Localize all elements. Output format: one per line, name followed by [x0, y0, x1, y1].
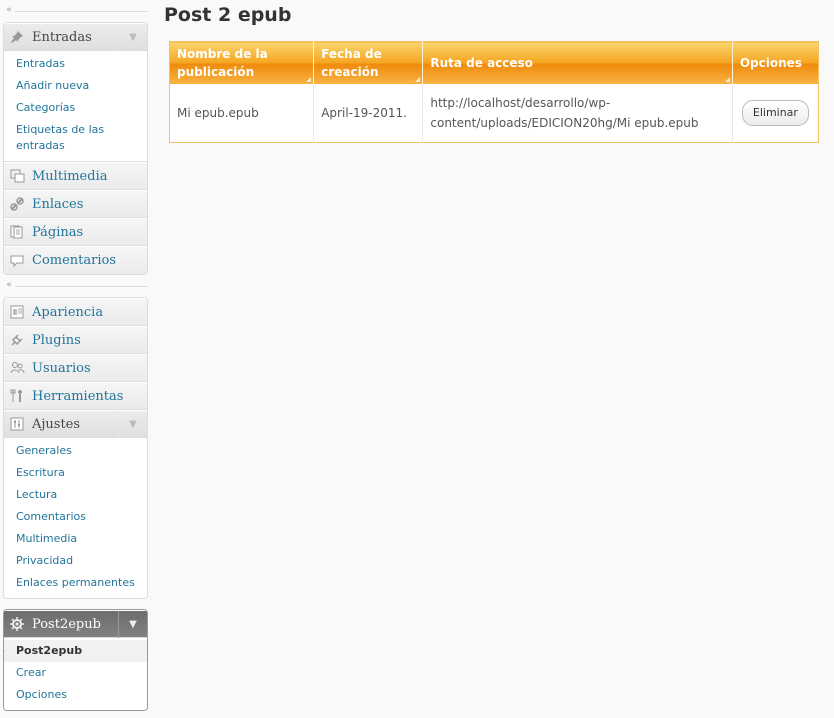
users-icon [9, 360, 25, 376]
menu-label: Apariencia [32, 304, 104, 320]
chevron-down-icon: ▼ [129, 32, 137, 43]
menu-toggle[interactable]: ▼ [118, 611, 147, 638]
submenu-item-escritura[interactable]: Escritura [4, 462, 147, 484]
menu-label: Entradas [32, 29, 92, 45]
menu-label: Post2epub [32, 616, 101, 632]
comment-icon [9, 253, 25, 269]
menu-ajustes[interactable]: Ajustes ▼ [4, 410, 147, 438]
submenu-ajustes: Generales Escritura Lectura Comentarios … [4, 438, 147, 598]
settings-icon [9, 416, 25, 432]
link-icon [9, 196, 25, 212]
submenu-item-entradas[interactable]: Entradas [4, 53, 147, 75]
menu-group-content: Entradas ▼ Entradas Añadir nueva Categor… [3, 22, 148, 275]
cell-nombre: Mi epub.epub [169, 84, 315, 142]
menu-label: Ajustes [32, 416, 81, 432]
epub-table: Nombre de la publicación Fecha de creaci… [169, 41, 819, 143]
menu-collapse-separator[interactable]: « [3, 0, 148, 22]
cell-fecha: April-19-2011. [313, 84, 424, 142]
submenu-item-categorias[interactable]: Categorías [4, 97, 147, 119]
cell-ruta: http://localhost/desarrollo/wp-content/u… [422, 84, 733, 142]
page-title: Post 2 epub [164, 4, 292, 26]
submenu-item-enlaces-permanentes[interactable]: Enlaces permanentes [4, 572, 147, 594]
menu-post2epub[interactable]: Post2epub ▼ [4, 610, 147, 638]
menu-label: Multimedia [32, 168, 108, 184]
column-header-ruta[interactable]: Ruta de acceso [422, 41, 733, 84]
menu-label: Usuarios [32, 360, 91, 376]
admin-sidebar: « Entradas ▼ Entradas Añadir nueva Categ… [3, 0, 148, 711]
menu-label: Plugins [32, 332, 81, 348]
menu-multimedia[interactable]: Multimedia [4, 162, 147, 190]
column-header-opciones[interactable]: Opciones [732, 41, 819, 84]
menu-group-admin: Apariencia Plugins Usuarios Herramientas… [3, 297, 148, 599]
submenu-post2epub: Post2epub Crear Opciones [4, 638, 147, 710]
menu-collapse-separator[interactable]: « [3, 275, 148, 297]
menu-label: Páginas [32, 224, 84, 240]
appearance-icon [9, 304, 25, 320]
column-header-label: Nombre de la publicación [177, 47, 268, 79]
menu-enlaces[interactable]: Enlaces [4, 190, 147, 218]
cell-opciones: Eliminar [732, 84, 818, 142]
submenu-item-multimedia[interactable]: Multimedia [4, 528, 147, 550]
gear-icon [9, 616, 25, 632]
collapse-arrow-icon[interactable]: « [3, 279, 15, 291]
submenu-item-privacidad[interactable]: Privacidad [4, 550, 147, 572]
column-header-label: Opciones [739, 56, 802, 70]
menu-label: Enlaces [32, 196, 84, 212]
menu-apariencia[interactable]: Apariencia [4, 298, 147, 326]
pushpin-icon [9, 29, 25, 45]
menu-label: Comentarios [32, 253, 117, 268]
plugin-icon [9, 332, 25, 348]
submenu-item-lectura[interactable]: Lectura [4, 484, 147, 506]
chevron-down-icon: ▼ [129, 419, 137, 430]
main-content: Post 2 epub Nombre de la publicación Fec… [164, 0, 834, 143]
menu-toggle[interactable]: ▼ [118, 24, 147, 51]
pages-icon [9, 224, 25, 240]
submenu-item-crear[interactable]: Crear [4, 662, 147, 684]
column-header-label: Ruta de acceso [430, 56, 533, 70]
collapse-arrow-icon[interactable]: « [3, 4, 15, 16]
submenu-item-anadir-nueva[interactable]: Añadir nueva [4, 75, 147, 97]
submenu-item-post2epub[interactable]: Post2epub [4, 640, 147, 662]
menu-label: Herramientas [32, 388, 124, 404]
submenu-item-generales[interactable]: Generales [4, 440, 147, 462]
media-icon [9, 168, 25, 184]
menu-entradas[interactable]: Entradas ▼ [4, 23, 147, 51]
tools-icon [9, 388, 25, 404]
menu-group-post2epub: Post2epub ▼ Post2epub Crear Opciones [3, 609, 148, 711]
delete-button[interactable]: Eliminar [741, 99, 809, 126]
menu-paginas[interactable]: Páginas [4, 218, 147, 246]
menu-comentarios[interactable]: Comentarios [4, 246, 147, 274]
menu-plugins[interactable]: Plugins [4, 326, 147, 354]
column-header-fecha[interactable]: Fecha de creación [313, 41, 424, 84]
submenu-item-comentarios[interactable]: Comentarios [4, 506, 147, 528]
submenu-item-etiquetas[interactable]: Etiquetas de las entradas [4, 119, 147, 157]
submenu-entradas: Entradas Añadir nueva Categorías Etiquet… [4, 51, 147, 162]
menu-toggle[interactable]: ▼ [118, 411, 147, 438]
menu-herramientas[interactable]: Herramientas [4, 382, 147, 410]
table-header-row: Nombre de la publicación Fecha de creaci… [169, 41, 819, 84]
column-header-nombre[interactable]: Nombre de la publicación [169, 41, 315, 84]
submenu-item-opciones[interactable]: Opciones [4, 684, 147, 706]
menu-usuarios[interactable]: Usuarios [4, 354, 147, 382]
chevron-down-icon: ▼ [129, 619, 137, 630]
column-header-label: Fecha de creación [321, 47, 382, 79]
table-row: Mi epub.epub April-19-2011. http://local… [169, 84, 819, 142]
